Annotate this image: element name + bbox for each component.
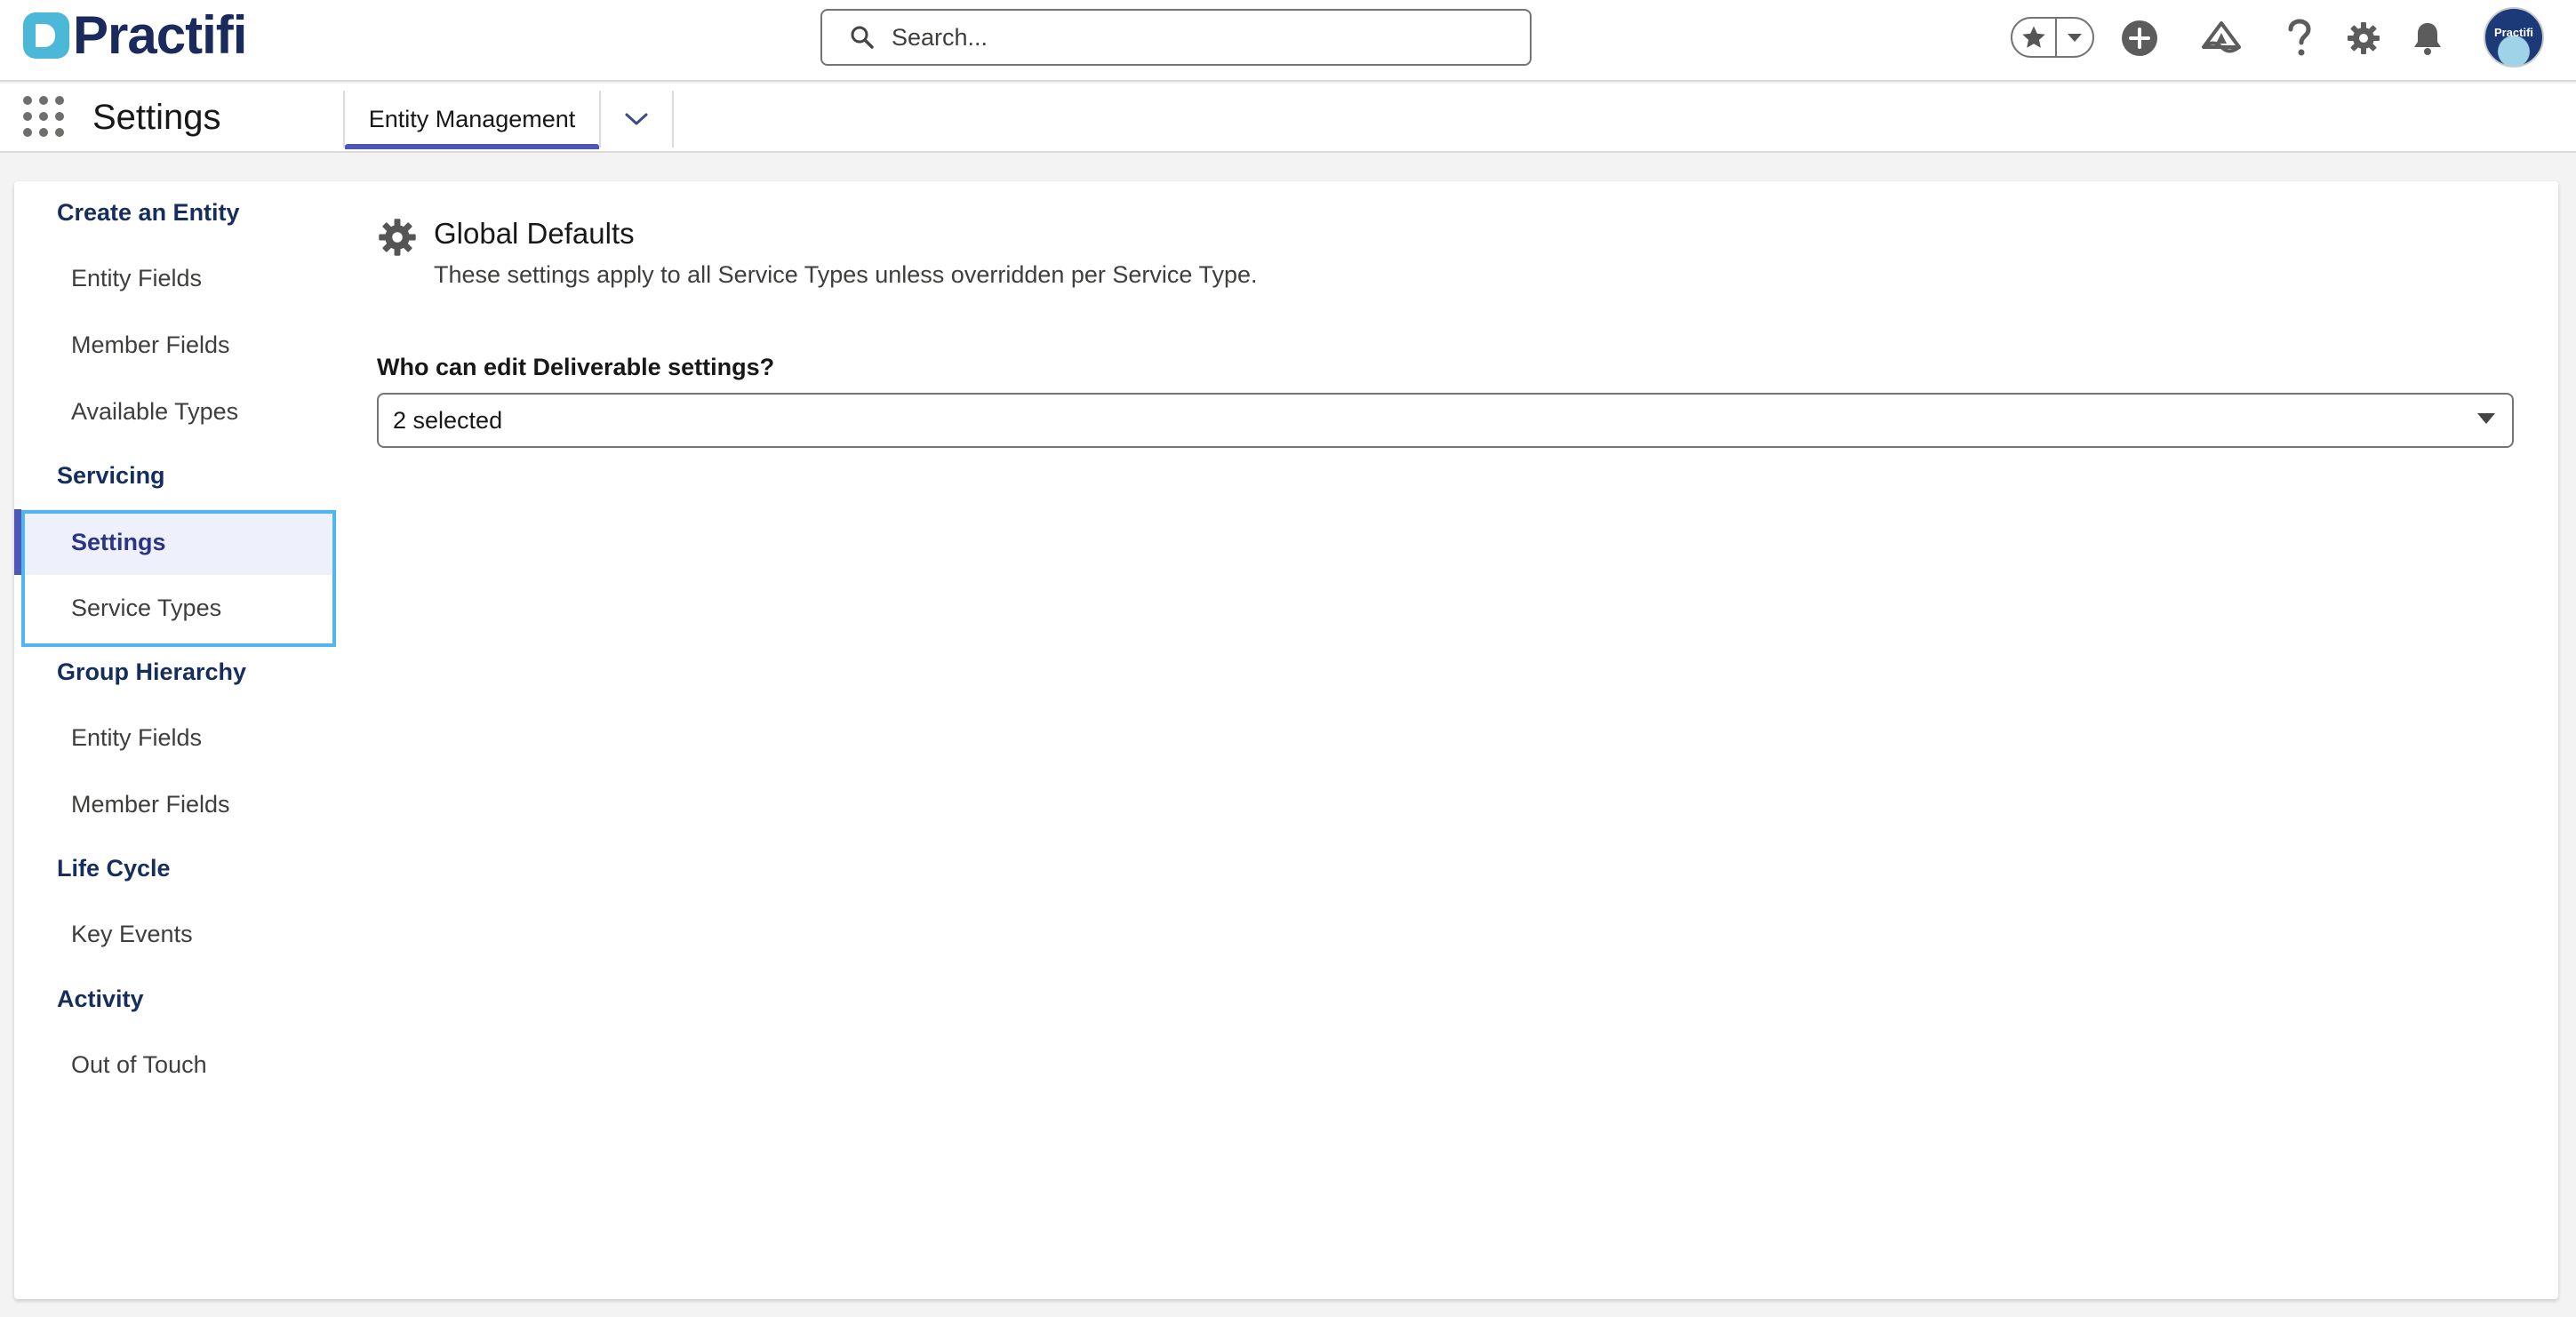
global-search[interactable] xyxy=(820,9,1532,66)
sidebar-section-create-entity: Create an Entity xyxy=(57,199,240,226)
search-input[interactable] xyxy=(892,23,1496,52)
sidebar-section-group-hierarchy: Group Hierarchy xyxy=(57,658,247,685)
app-launcher-icon[interactable] xyxy=(23,96,64,137)
tab-entity-management[interactable]: Entity Management xyxy=(343,91,601,149)
chevron-down-icon xyxy=(625,113,648,125)
search-icon xyxy=(849,24,876,51)
settings-card: Create an Entity Entity Fields Member Fi… xyxy=(14,181,2558,1299)
setup-gear-icon[interactable] xyxy=(2341,16,2386,60)
sidebar-section-activity: Activity xyxy=(57,986,144,1012)
main-content: Global Defaults These settings apply to … xyxy=(377,181,2558,1299)
sidebar-item-settings[interactable]: Settings xyxy=(14,509,334,575)
logo-text: Practifi xyxy=(73,5,247,65)
deliverable-editors-select[interactable]: 2 selected xyxy=(377,393,2514,448)
sidebar-item-group-entity-fields[interactable]: Entity Fields xyxy=(14,705,334,770)
sidebar-item-entity-fields[interactable]: Entity Fields xyxy=(14,245,334,311)
help-icon[interactable] xyxy=(2277,16,2322,60)
favorites-group xyxy=(2011,17,2094,58)
favorites-star-icon[interactable] xyxy=(2012,19,2057,56)
sidebar-item-available-types[interactable]: Available Types xyxy=(14,379,334,444)
dropdown-caret-icon xyxy=(2477,413,2495,424)
app-name: Settings xyxy=(92,98,221,137)
nav-more-dropdown[interactable] xyxy=(601,91,674,148)
deliverable-editors-label: Who can edit Deliverable settings? xyxy=(377,354,775,380)
sidebar-item-key-events[interactable]: Key Events xyxy=(14,901,334,967)
app-navigation-bar: Settings Entity Management xyxy=(0,84,2576,153)
sidebar-item-service-types[interactable]: Service Types xyxy=(14,575,334,641)
select-value: 2 selected xyxy=(393,406,503,434)
settings-gear-icon xyxy=(379,219,416,256)
practifi-logo[interactable]: Practifi xyxy=(23,5,247,65)
user-avatar[interactable]: Practifi xyxy=(2484,7,2544,68)
sidebar-section-servicing: Servicing xyxy=(57,462,165,489)
global-header: Practifi Practifi xyxy=(0,0,2576,82)
sidebar-item-member-fields[interactable]: Member Fields xyxy=(14,312,334,378)
settings-sidebar: Create an Entity Entity Fields Member Fi… xyxy=(14,181,336,1299)
trailhead-icon[interactable] xyxy=(2199,16,2244,60)
sidebar-section-life-cycle: Life Cycle xyxy=(57,855,171,882)
practifi-logo-icon xyxy=(23,12,69,59)
sidebar-item-out-of-touch[interactable]: Out of Touch xyxy=(14,1032,334,1098)
favorites-dropdown-icon[interactable] xyxy=(2057,19,2092,56)
section-title: Global Defaults xyxy=(434,217,635,250)
sidebar-item-group-member-fields[interactable]: Member Fields xyxy=(14,771,334,837)
notifications-bell-icon[interactable] xyxy=(2405,16,2450,60)
avatar-text: Practifi xyxy=(2493,25,2534,39)
section-description: These settings apply to all Service Type… xyxy=(434,261,1258,288)
add-icon[interactable] xyxy=(2117,16,2162,60)
